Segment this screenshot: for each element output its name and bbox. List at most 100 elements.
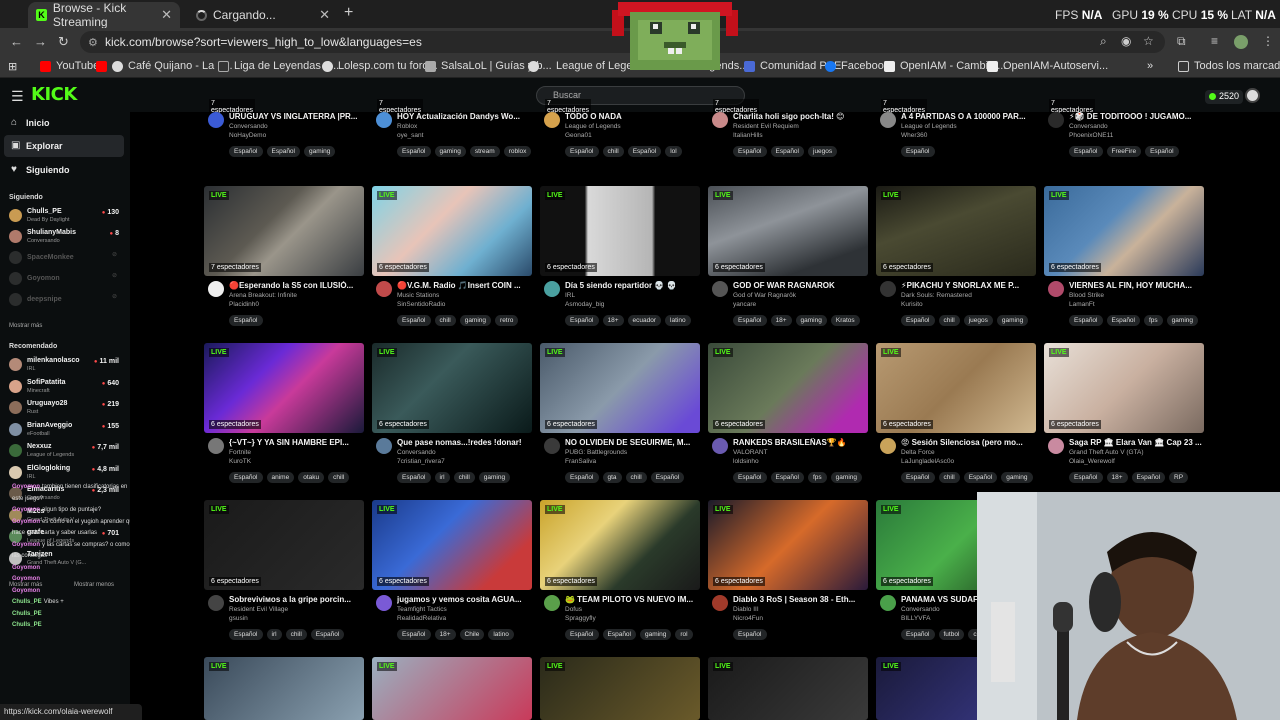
tag-chip[interactable]: roblox: [503, 146, 532, 157]
stream-category[interactable]: Arena Breakout: Infinite: [229, 292, 297, 299]
stream-thumbnail[interactable]: LIVE 6 espectadores: [204, 343, 364, 433]
tag-chip[interactable]: Español: [565, 146, 599, 157]
channel-avatar[interactable]: [712, 112, 728, 128]
sidebar-following-item[interactable]: Chulls_PE Dead By Daylight 130: [9, 206, 125, 226]
channel-avatar[interactable]: [712, 595, 728, 611]
stream-card[interactable]: LIVE: [540, 657, 700, 720]
channel-avatar[interactable]: [208, 595, 224, 611]
stream-thumbnail[interactable]: LIVE: [540, 657, 700, 720]
forward-icon[interactable]: →: [34, 34, 47, 49]
tag-chip[interactable]: gaming: [478, 472, 511, 483]
stream-thumbnail[interactable]: LIVE 6 espectadores: [876, 343, 1036, 433]
stream-category[interactable]: Dofus: [565, 606, 582, 613]
channel-name[interactable]: Placidinh0: [229, 301, 259, 308]
tag-chip[interactable]: chill: [625, 472, 647, 483]
stream-card[interactable]: LIVE 7 espectadores 🔴Esperando la S5 con I…: [204, 186, 364, 336]
stream-title[interactable]: Charlita holi sigo poch-Ita! 😊: [733, 112, 868, 121]
sidebar-following-item[interactable]: deepsnipe: [9, 290, 125, 310]
sidebar-following-item[interactable]: SpaceMonkee: [9, 248, 125, 268]
tag-chip[interactable]: irl: [266, 629, 282, 640]
stream-category[interactable]: IRL: [565, 292, 575, 299]
nav-inicio[interactable]: ⌂ Inicio: [4, 112, 124, 134]
reload-icon[interactable]: ↻: [58, 34, 69, 50]
stream-category[interactable]: Conversando: [397, 449, 436, 456]
stream-category[interactable]: Blood Strike: [1069, 292, 1104, 299]
stream-card[interactable]: LIVE 6 espectadores Día 5 siendo repartido…: [540, 186, 700, 336]
tag-chip[interactable]: chill: [602, 146, 624, 157]
stream-category[interactable]: Fortnite: [229, 449, 251, 456]
channel-avatar[interactable]: [208, 438, 224, 454]
profile-avatar[interactable]: [1234, 35, 1248, 49]
tag-chip[interactable]: Español: [229, 315, 263, 326]
tag-chip[interactable]: Español: [229, 146, 263, 157]
stream-category[interactable]: Roblox: [397, 123, 417, 130]
stream-card[interactable]: LIVE 6 espectadores Saga RP 🏛 Elara Van 🏛 …: [1044, 343, 1204, 493]
tag-chip[interactable]: Español: [901, 146, 935, 157]
tag-chip[interactable]: stream: [469, 146, 500, 157]
stream-card[interactable]: LIVE 6 espectadores 🐸 TEAM PILOTO VS NUEVO…: [540, 500, 700, 650]
tag-chip[interactable]: RP: [1169, 472, 1189, 483]
channel-avatar[interactable]: [880, 112, 896, 128]
tag-chip[interactable]: Español: [310, 629, 345, 640]
stream-thumbnail[interactable]: LIVE: [372, 657, 532, 720]
tag-chip[interactable]: lol: [665, 146, 682, 157]
hamburger-menu-icon[interactable]: ☰: [11, 88, 24, 105]
tag-chip[interactable]: ecuador: [627, 315, 662, 326]
tag-chip[interactable]: FreeFire: [1106, 146, 1142, 157]
tag-chip[interactable]: fps: [1144, 315, 1163, 326]
tag-chip[interactable]: Español: [565, 472, 599, 483]
channel-name[interactable]: Geona01: [565, 132, 592, 139]
tag-chip[interactable]: juegos: [963, 315, 993, 326]
stream-title[interactable]: Que pase nomas...!redes !donar!: [397, 438, 532, 447]
tag-chip[interactable]: futbol: [938, 629, 965, 640]
site-settings-icon[interactable]: ⚙: [88, 36, 98, 49]
sidebar-recommended-item[interactable]: SofiPatatitaMinecraft 640: [9, 377, 125, 397]
stream-category[interactable]: League of Legends: [565, 123, 621, 130]
stream-card[interactable]: LIVE: [372, 657, 532, 720]
media-icon[interactable]: ≡: [1211, 34, 1218, 48]
channel-avatar[interactable]: [544, 281, 560, 297]
channel-avatar[interactable]: [712, 281, 728, 297]
stream-card[interactable]: 7 espectadores A 4 PARTIDAS O A 100000 PA…: [876, 17, 1036, 167]
tag-chip[interactable]: Español: [1069, 315, 1103, 326]
stream-category[interactable]: Dark Souls: Remastered: [901, 292, 972, 299]
tag-chip[interactable]: Español: [901, 629, 935, 640]
tag-chip[interactable]: Español: [901, 472, 935, 483]
stream-thumbnail[interactable]: LIVE 6 espectadores: [876, 186, 1036, 276]
stream-card[interactable]: LIVE: [708, 657, 868, 720]
tag-chip[interactable]: gaming: [1166, 315, 1198, 326]
tag-chip[interactable]: Kratos: [830, 315, 860, 326]
stream-title[interactable]: HOY Actualización Dandys Wo...: [397, 112, 532, 121]
tag-chip[interactable]: chill: [434, 315, 456, 326]
stream-thumbnail[interactable]: LIVE 7 espectadores: [204, 186, 364, 276]
tag-chip[interactable]: latino: [488, 629, 514, 640]
channel-avatar[interactable]: [1048, 281, 1064, 297]
stream-thumbnail[interactable]: LIVE 6 espectadores: [708, 343, 868, 433]
stream-title[interactable]: {~VT~} Y YA SIN HAMBRE EPI...: [229, 438, 364, 447]
tag-chip[interactable]: gaming: [1001, 472, 1033, 483]
channel-avatar[interactable]: [880, 595, 896, 611]
channel-name[interactable]: LaJungladelAsc0o: [901, 458, 954, 465]
stream-thumbnail[interactable]: LIVE 6 espectadores: [1044, 186, 1204, 276]
stream-category[interactable]: God of War Ragnarök: [733, 292, 796, 299]
stream-thumbnail[interactable]: LIVE 6 espectadores: [708, 500, 868, 590]
tag-chip[interactable]: latino: [665, 315, 691, 326]
tag-chip[interactable]: anime: [266, 472, 295, 483]
channel-name[interactable]: gsusin: [229, 615, 248, 622]
stream-title[interactable]: TODO O NADA: [565, 112, 700, 121]
stream-category[interactable]: Conversando: [1069, 123, 1108, 130]
stream-card[interactable]: 7 espectadores ⚡🎲 DE TODITOOO ! JUGAMO...…: [1044, 17, 1204, 167]
stream-title[interactable]: NO OLVIDEN DE SEGUIRME, M...: [565, 438, 700, 447]
tag-chip[interactable]: chill: [328, 472, 350, 483]
channel-name[interactable]: NoHayDemo: [229, 132, 266, 139]
stream-card[interactable]: LIVE: [204, 657, 364, 720]
tag-chip[interactable]: Español: [1145, 146, 1179, 157]
channel-name[interactable]: Olaia_Werewolf: [1069, 458, 1115, 465]
tag-chip[interactable]: gaming: [434, 146, 466, 157]
sidebar-recommended-item[interactable]: BrianAveggioeFootball 155: [9, 420, 125, 440]
close-icon[interactable]: ✕: [161, 7, 172, 23]
channel-name[interactable]: Asmoday_big: [565, 301, 604, 308]
channel-avatar[interactable]: [376, 595, 392, 611]
tag-chip[interactable]: Español: [901, 315, 935, 326]
stream-thumbnail[interactable]: LIVE 6 espectadores: [540, 500, 700, 590]
